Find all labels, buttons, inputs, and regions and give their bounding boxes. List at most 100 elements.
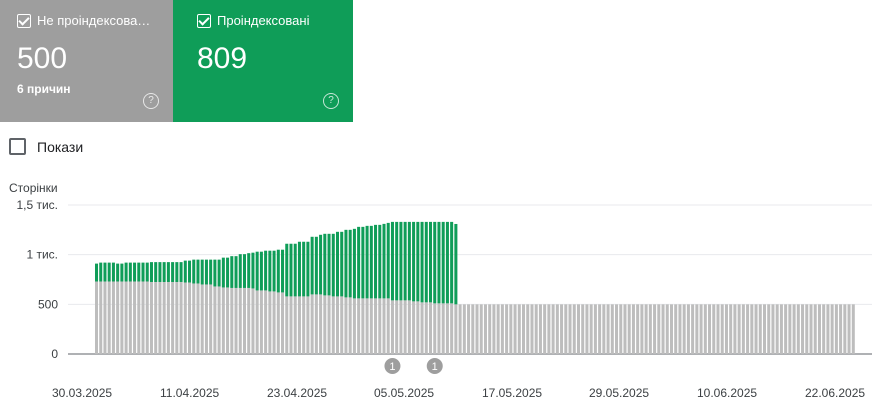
bar-indexed (310, 236, 314, 295)
bar-not-indexed (302, 296, 306, 354)
bar-not-indexed (158, 281, 162, 354)
bar-not-indexed (746, 304, 750, 354)
card-not-indexed[interactable]: Не проіндексова… 500 6 причин ? (0, 0, 173, 122)
bar-indexed (357, 226, 361, 299)
card-indexed[interactable]: Проіндексовані 809 ? (173, 0, 353, 122)
bar-not-indexed (775, 304, 779, 354)
bar-indexed (335, 231, 340, 297)
bar-not-indexed (209, 284, 213, 354)
bar-indexed (306, 241, 310, 297)
bar-not-indexed (412, 301, 416, 354)
checkbox-checked-icon[interactable] (17, 13, 31, 28)
bar-not-indexed (95, 281, 99, 354)
bar-not-indexed (538, 304, 542, 354)
bar-not-indexed (424, 302, 428, 354)
bar-not-indexed (226, 287, 230, 354)
bar-not-indexed (154, 281, 158, 354)
bar-not-indexed (496, 304, 500, 354)
bar-not-indexed (788, 304, 792, 354)
bar-indexed (369, 225, 373, 299)
bar-not-indexed (221, 287, 225, 354)
bar-indexed (99, 262, 103, 282)
bar-not-indexed (454, 304, 458, 354)
bar-not-indexed (234, 287, 238, 354)
bar-not-indexed (801, 304, 805, 354)
bar-indexed (403, 221, 407, 301)
bar-indexed (103, 262, 107, 282)
bar-not-indexed (285, 296, 289, 354)
bar-not-indexed (149, 281, 153, 354)
bar-not-indexed (133, 281, 137, 354)
x-tick-label: 29.05.2025 (589, 386, 649, 400)
bar-indexed (420, 221, 424, 303)
bar-indexed (268, 250, 272, 292)
card-not-indexed-label: Не проіндексова… (37, 13, 151, 28)
bar-not-indexed (335, 296, 340, 354)
bar-not-indexed (762, 304, 767, 354)
bar-indexed (192, 259, 196, 284)
help-icon[interactable]: ? (323, 93, 339, 109)
bar-not-indexed (627, 304, 631, 354)
bar-not-indexed (572, 304, 576, 354)
bar-not-indexed (843, 304, 847, 354)
bar-not-indexed (230, 287, 234, 354)
bar-indexed (247, 253, 251, 288)
bar-indexed (281, 249, 285, 293)
bar-indexed (255, 251, 259, 291)
bar-indexed (314, 236, 318, 295)
bar-indexed (230, 256, 234, 288)
bar-indexed (213, 259, 217, 287)
show-impressions-toggle[interactable]: Покази (9, 138, 83, 155)
bar-indexed (251, 252, 255, 289)
card-not-indexed-value: 500 (17, 42, 68, 75)
annotation-label: 1 (432, 361, 438, 373)
bar-not-indexed (166, 281, 170, 354)
bar-not-indexed (839, 304, 843, 354)
bar-not-indexed (179, 281, 183, 354)
bar-indexed (374, 224, 378, 299)
bar-not-indexed (665, 304, 669, 354)
bar-indexed (331, 233, 335, 297)
bar-indexed (226, 257, 230, 288)
bar-indexed (238, 254, 242, 288)
bar-not-indexed (767, 304, 771, 354)
y-axis-label: Сторінки (9, 181, 58, 195)
bar-indexed (149, 262, 153, 282)
bar-not-indexed (467, 304, 471, 354)
bar-indexed (188, 260, 192, 283)
bar-indexed (196, 259, 200, 284)
bar-not-indexed (657, 304, 661, 354)
card-not-indexed-reasons[interactable]: 6 причин (17, 82, 156, 96)
bar-not-indexed (128, 281, 132, 354)
bar-indexed (107, 262, 111, 282)
bar-not-indexed (488, 304, 492, 354)
bar-indexed (361, 226, 365, 299)
bar-not-indexed (213, 286, 217, 354)
bar-not-indexed (669, 304, 674, 354)
bar-not-indexed (416, 301, 420, 354)
bar-indexed (141, 262, 145, 282)
bar-not-indexed (251, 288, 255, 354)
bar-not-indexed (779, 304, 783, 354)
bar-not-indexed (247, 287, 251, 354)
bar-not-indexed (374, 298, 378, 354)
bar-not-indexed (644, 304, 648, 354)
bar-not-indexed (576, 304, 580, 354)
bar-indexed (407, 221, 411, 301)
bar-not-indexed (183, 282, 187, 354)
bar-not-indexed (805, 304, 809, 354)
bar-not-indexed (598, 304, 602, 354)
bar-not-indexed (107, 281, 111, 354)
bar-not-indexed (433, 303, 437, 354)
bar-not-indexed (352, 298, 356, 354)
help-icon[interactable]: ? (143, 93, 159, 109)
y-tick-label: 0 (51, 347, 58, 361)
bar-indexed (120, 263, 124, 282)
checkbox-unchecked-icon[interactable] (9, 138, 26, 155)
checkbox-checked-icon[interactable] (197, 13, 211, 28)
bar-not-indexed (293, 296, 297, 354)
bar-not-indexed (741, 304, 745, 354)
bar-not-indexed (822, 304, 826, 354)
bar-indexed (323, 233, 327, 296)
bar-not-indexed (445, 303, 449, 354)
